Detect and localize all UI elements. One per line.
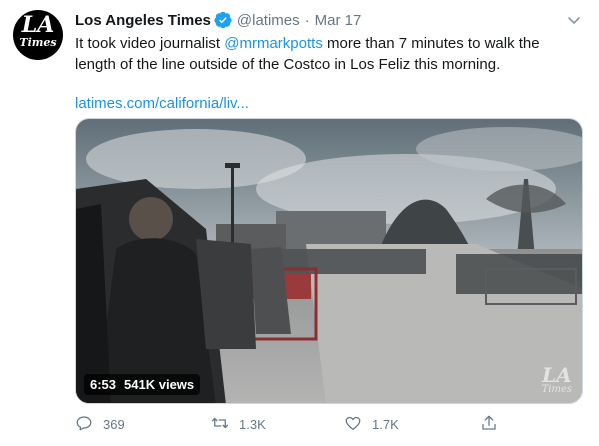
avatar[interactable]: LA Times [13, 10, 63, 60]
video-duration: 6:53 [90, 377, 117, 392]
la-times-watermark: LA Times [541, 363, 572, 395]
tweet-header: Los Angeles Times @latimes · Mar 17 [75, 10, 361, 30]
retweet-button[interactable]: 1.3K [211, 414, 266, 435]
heart-icon [344, 414, 362, 435]
reply-button[interactable]: 369 [75, 414, 125, 435]
tweet-text-before: It took video journalist [75, 35, 225, 52]
retweet-count: 1.3K [239, 417, 266, 432]
reply-icon [75, 414, 93, 435]
like-count: 1.7K [372, 417, 399, 432]
tweet-date[interactable]: Mar 17 [315, 12, 362, 29]
video-thumbnail [76, 119, 582, 403]
tweet-actions: 369 1.3K 1.7K [75, 414, 583, 434]
share-icon [480, 414, 498, 435]
tweet-card[interactable]: LA Times Los Angeles Times @latimes · Ma… [0, 0, 599, 446]
video-player[interactable]: 6:53 541K views LA Times [75, 118, 583, 404]
verified-badge-icon [214, 11, 232, 29]
author-name[interactable]: Los Angeles Times [75, 12, 211, 29]
share-button[interactable] [480, 414, 498, 435]
article-link[interactable]: latimes.com/california/liv... [75, 93, 249, 114]
chevron-down-icon[interactable] [566, 12, 582, 28]
separator-dot: · [304, 11, 310, 29]
mention-link[interactable]: @mrmarkpotts [224, 35, 323, 52]
video-views: 541K views [124, 377, 195, 392]
tweet-text: It took video journalist @mrmarkpotts mo… [75, 33, 575, 75]
reply-count: 369 [103, 417, 125, 432]
video-stats: 6:53 541K views [84, 374, 201, 395]
retweet-icon [211, 414, 229, 435]
avatar-logo-line1: LA [21, 12, 55, 38]
avatar-logo-line2: Times [19, 36, 57, 49]
like-button[interactable]: 1.7K [344, 414, 399, 435]
author-handle[interactable]: @latimes [237, 12, 300, 29]
